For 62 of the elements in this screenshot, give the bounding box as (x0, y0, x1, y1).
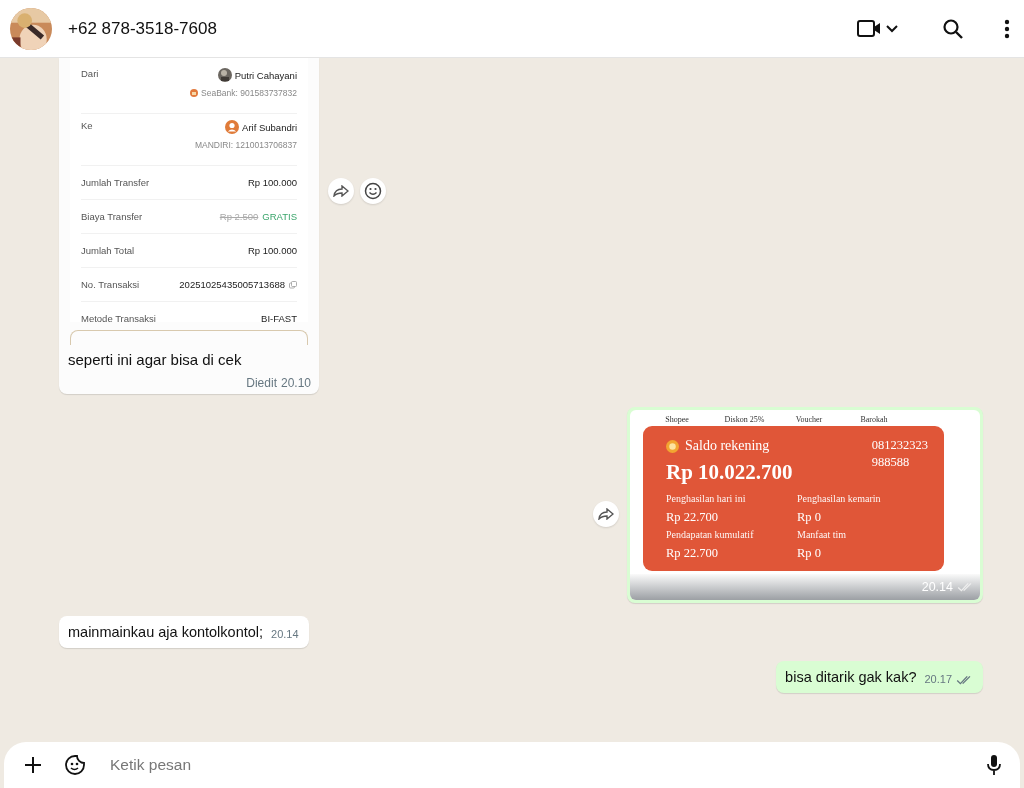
message-time: 20.10 (280, 376, 311, 390)
receipt-label: Dari (81, 68, 99, 79)
account-number: SeaBank: 901583737832 (201, 88, 297, 98)
party-name: Putri Cahayani (234, 69, 297, 81)
party-name: Arif Subandri (242, 121, 297, 133)
message-text: bisa ditarik gak kak? (785, 669, 917, 685)
emoji-reaction-button[interactable] (360, 178, 386, 204)
receipt-value: 20251025435005713688 (179, 279, 285, 290)
stat-value: Rp 22.700 (666, 546, 720, 561)
stat-label: Penghasilan kemarin (797, 493, 882, 504)
more-options-button[interactable] (1004, 18, 1010, 39)
microphone-button[interactable] (986, 754, 1002, 776)
message-time: 20.17 (924, 673, 952, 685)
bank-icon (190, 89, 199, 97)
attach-button[interactable] (24, 756, 42, 774)
menu-label: Shopee (664, 416, 690, 424)
stat-value: Rp 0 (797, 510, 822, 525)
old-fee: Rp 2.500 (219, 211, 259, 222)
receipt-label: No. Transaksi (81, 279, 140, 290)
double-check-icon (956, 675, 973, 685)
message-time: 20.14 (271, 628, 299, 640)
screenshot-image[interactable]: Shopee Diskon 25% Voucher Barokah Saldo rekening Rp 10.022.700 081232323 988588 Penghasilan hari ini Rp 22.700 Penghasilan kemarin Rp 0 Pendapatan kumulatif Rp 22.700 Manfaat tim Rp 0 20.14 (630, 410, 980, 600)
receipt-label: Jumlah Transfer (81, 177, 150, 188)
menu-label: Diskon 25% (723, 416, 766, 424)
balance-amount: Rp 10.022.700 (666, 460, 793, 485)
double-check-icon (957, 582, 974, 592)
user-icon (225, 120, 240, 134)
stat-label: Penghasilan hari ini (666, 493, 747, 504)
coin-icon (666, 439, 679, 453)
account-number: 988588 (871, 455, 911, 470)
receipt-value: BI-FAST (261, 313, 297, 322)
contact-number[interactable]: +62 878-3518-7608 (68, 18, 217, 39)
stat-value: Rp 22.700 (666, 510, 720, 525)
message-input[interactable]: Ketik pesan (108, 755, 986, 775)
edited-label: Diedit (246, 376, 277, 390)
menu-label: Voucher (794, 416, 824, 424)
receipt-label: Biaya Transfer (81, 211, 143, 222)
message-field[interactable]: Ketik pesan (4, 742, 1020, 788)
message-text: mainmainkau aja kontolkontol; (68, 624, 264, 640)
forward-button[interactable] (328, 178, 354, 204)
receipt-label: Ke (81, 120, 93, 131)
account-number: 081232323 (871, 438, 928, 453)
receipt-label: Metode Transaksi (81, 313, 156, 322)
receipt-value: Rp 100.000 (247, 177, 297, 188)
search-button[interactable] (942, 17, 964, 40)
stat-value: Rp 0 (797, 546, 822, 561)
forward-button[interactable] (593, 501, 619, 527)
account-number: MANDIRI: 1210013706837 (194, 140, 297, 150)
forward-icon (598, 508, 614, 520)
menu-label: Barokah (859, 416, 889, 424)
avatar-photo-icon (217, 68, 232, 82)
receipt-label: Jumlah Total (81, 245, 135, 256)
message-text: seperti ini agar bisa di cek (67, 350, 243, 368)
forward-icon (333, 185, 349, 197)
message-time: 20.14 (921, 580, 953, 594)
stat-label: Pendapatan kumulatif (666, 529, 755, 540)
smiley-icon (364, 182, 382, 200)
receipt-value: Rp 100.000 (247, 245, 297, 256)
fee-value: GRATIS (262, 211, 297, 222)
balance-label: Saldo rekening (685, 438, 770, 454)
sticker-button[interactable] (64, 754, 86, 776)
stat-label: Manfaat tim (797, 529, 848, 540)
